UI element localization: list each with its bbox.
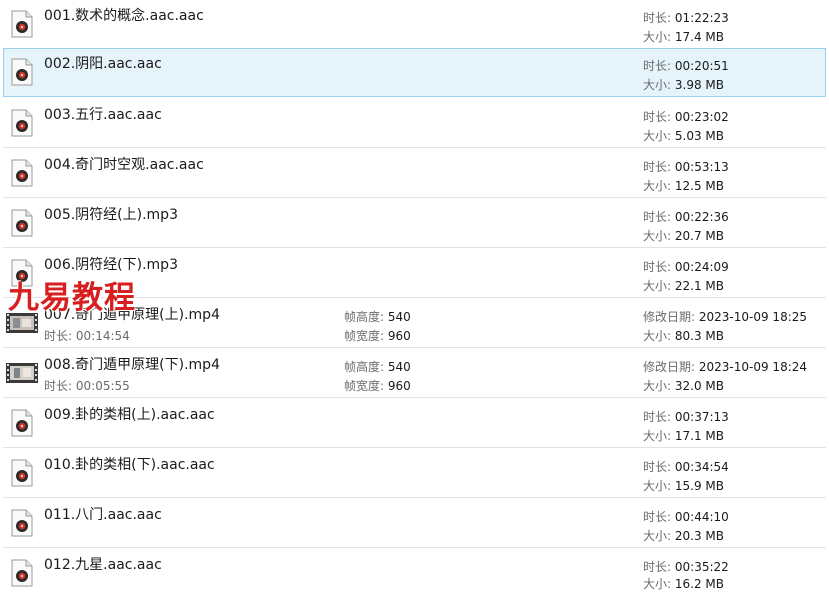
size-label: 大小: [643,479,672,493]
duration-value: 00:35:22 [674,560,729,574]
size-label: 大小: [643,78,672,92]
size-label: 大小: [643,429,672,443]
size-label: 大小: [643,179,672,193]
file-row[interactable]: 005.阴符经(上).mp3 时长: 00:22:36 大小: 20.7 MB [3,199,826,248]
duration-value: 00:14:54 [75,329,130,343]
frame-width-value: 960 [387,379,411,393]
size-label: 大小: [643,30,672,44]
audio-file-icon [11,159,33,187]
duration-value: 00:37:13 [674,410,729,424]
size-value: 3.98 MB [674,78,724,92]
file-name: 011.八门.aac.aac [44,507,162,523]
modified-value: 2023-10-09 18:24 [698,360,808,374]
duration-label: 时长: [44,379,73,393]
video-file-icon [6,363,38,383]
frame-width-label: 帧宽度: [344,379,385,393]
size-value: 80.3 MB [674,329,724,343]
file-name: 006.阴符经(下).mp3 [44,257,178,273]
duration-label: 时长: [643,210,672,224]
file-name: 003.五行.aac.aac [44,107,162,123]
file-name: 008.奇门遁甲原理(下).mp4 [44,357,220,373]
duration-value: 00:22:36 [674,210,729,224]
file-name: 005.阴符经(上).mp3 [44,207,178,223]
duration-label: 时长: [643,510,672,524]
duration-value: 00:44:10 [674,510,729,524]
file-row[interactable]: 003.五行.aac.aac 时长: 00:23:02 大小: 5.03 MB [3,99,826,148]
size-label: 大小: [643,229,672,243]
size-label: 大小: [643,329,672,343]
duration-value: 00:34:54 [674,460,729,474]
duration-value: 00:20:51 [674,59,729,73]
frame-height-label: 帧高度: [344,310,385,324]
frame-height-value: 540 [387,360,411,374]
duration-value: 00:24:09 [674,260,729,274]
size-value: 20.3 MB [674,529,724,543]
frame-height-value: 540 [387,310,411,324]
audio-file-icon [11,559,33,587]
audio-file-icon [11,409,33,437]
file-row[interactable]: 010.卦的类相(下).aac.aac 时长: 00:34:54 大小: 15.… [3,449,826,498]
size-value: 15.9 MB [674,479,724,493]
duration-label: 时长: [643,410,672,424]
duration-label: 时长: [643,160,672,174]
size-value: 5.03 MB [674,129,724,143]
file-row[interactable]: 012.九星.aac.aac 时长: 00:35:22 大小: 16.2 MB [3,549,826,591]
frame-height-label: 帧高度: [344,360,385,374]
size-value: 17.1 MB [674,429,724,443]
size-label: 大小: [643,379,672,393]
file-row[interactable]: 008.奇门遁甲原理(下).mp4 时长: 00:05:55 帧高度: 540 … [3,349,826,398]
duration-label: 时长: [643,460,672,474]
audio-file-icon [11,459,33,487]
size-value: 12.5 MB [674,179,724,193]
duration-label: 时长: [643,110,672,124]
duration-label: 时长: [44,329,73,343]
file-row[interactable]: 001.数术的概念.aac.aac 时长: 01:22:23 大小: 17.4 … [3,0,826,49]
duration-label: 时长: [643,59,672,73]
file-name: 009.卦的类相(上).aac.aac [44,407,215,423]
file-name: 001.数术的概念.aac.aac [44,8,204,24]
file-row[interactable]: 009.卦的类相(上).aac.aac 时长: 00:37:13 大小: 17.… [3,399,826,448]
duration-label: 时长: [643,11,672,25]
frame-width-value: 960 [387,329,411,343]
file-name: 002.阴阳.aac.aac [44,56,162,72]
duration-value: 01:22:23 [674,11,729,25]
duration-value: 00:05:55 [75,379,130,393]
watermark-text: 九易教程 [8,280,136,316]
duration-value: 00:23:02 [674,110,729,124]
file-row[interactable]: 004.奇门时空观.aac.aac 时长: 00:53:13 大小: 12.5 … [3,149,826,198]
duration-label: 时长: [643,260,672,274]
size-value: 22.1 MB [674,279,724,293]
file-name: 004.奇门时空观.aac.aac [44,157,204,173]
audio-file-icon [11,109,33,137]
modified-label: 修改日期: [643,310,696,324]
size-value: 17.4 MB [674,30,724,44]
size-value: 32.0 MB [674,379,724,393]
audio-file-icon [11,10,33,38]
duration-value: 00:53:13 [674,160,729,174]
size-label: 大小: [643,279,672,293]
file-name: 012.九星.aac.aac [44,557,162,573]
duration-label: 时长: [643,560,672,574]
audio-file-icon [11,209,33,237]
file-name: 010.卦的类相(下).aac.aac [44,457,215,473]
modified-label: 修改日期: [643,360,696,374]
file-row[interactable]: 011.八门.aac.aac 时长: 00:44:10 大小: 20.3 MB [3,499,826,548]
audio-file-icon [11,58,33,86]
size-label: 大小: [643,529,672,543]
size-label: 大小: [643,129,672,143]
frame-width-label: 帧宽度: [344,329,385,343]
size-value: 20.7 MB [674,229,724,243]
audio-file-icon [11,509,33,537]
file-row-selected[interactable]: 002.阴阳.aac.aac 时长: 00:20:51 大小: 3.98 MB [3,48,826,97]
modified-value: 2023-10-09 18:25 [698,310,808,324]
